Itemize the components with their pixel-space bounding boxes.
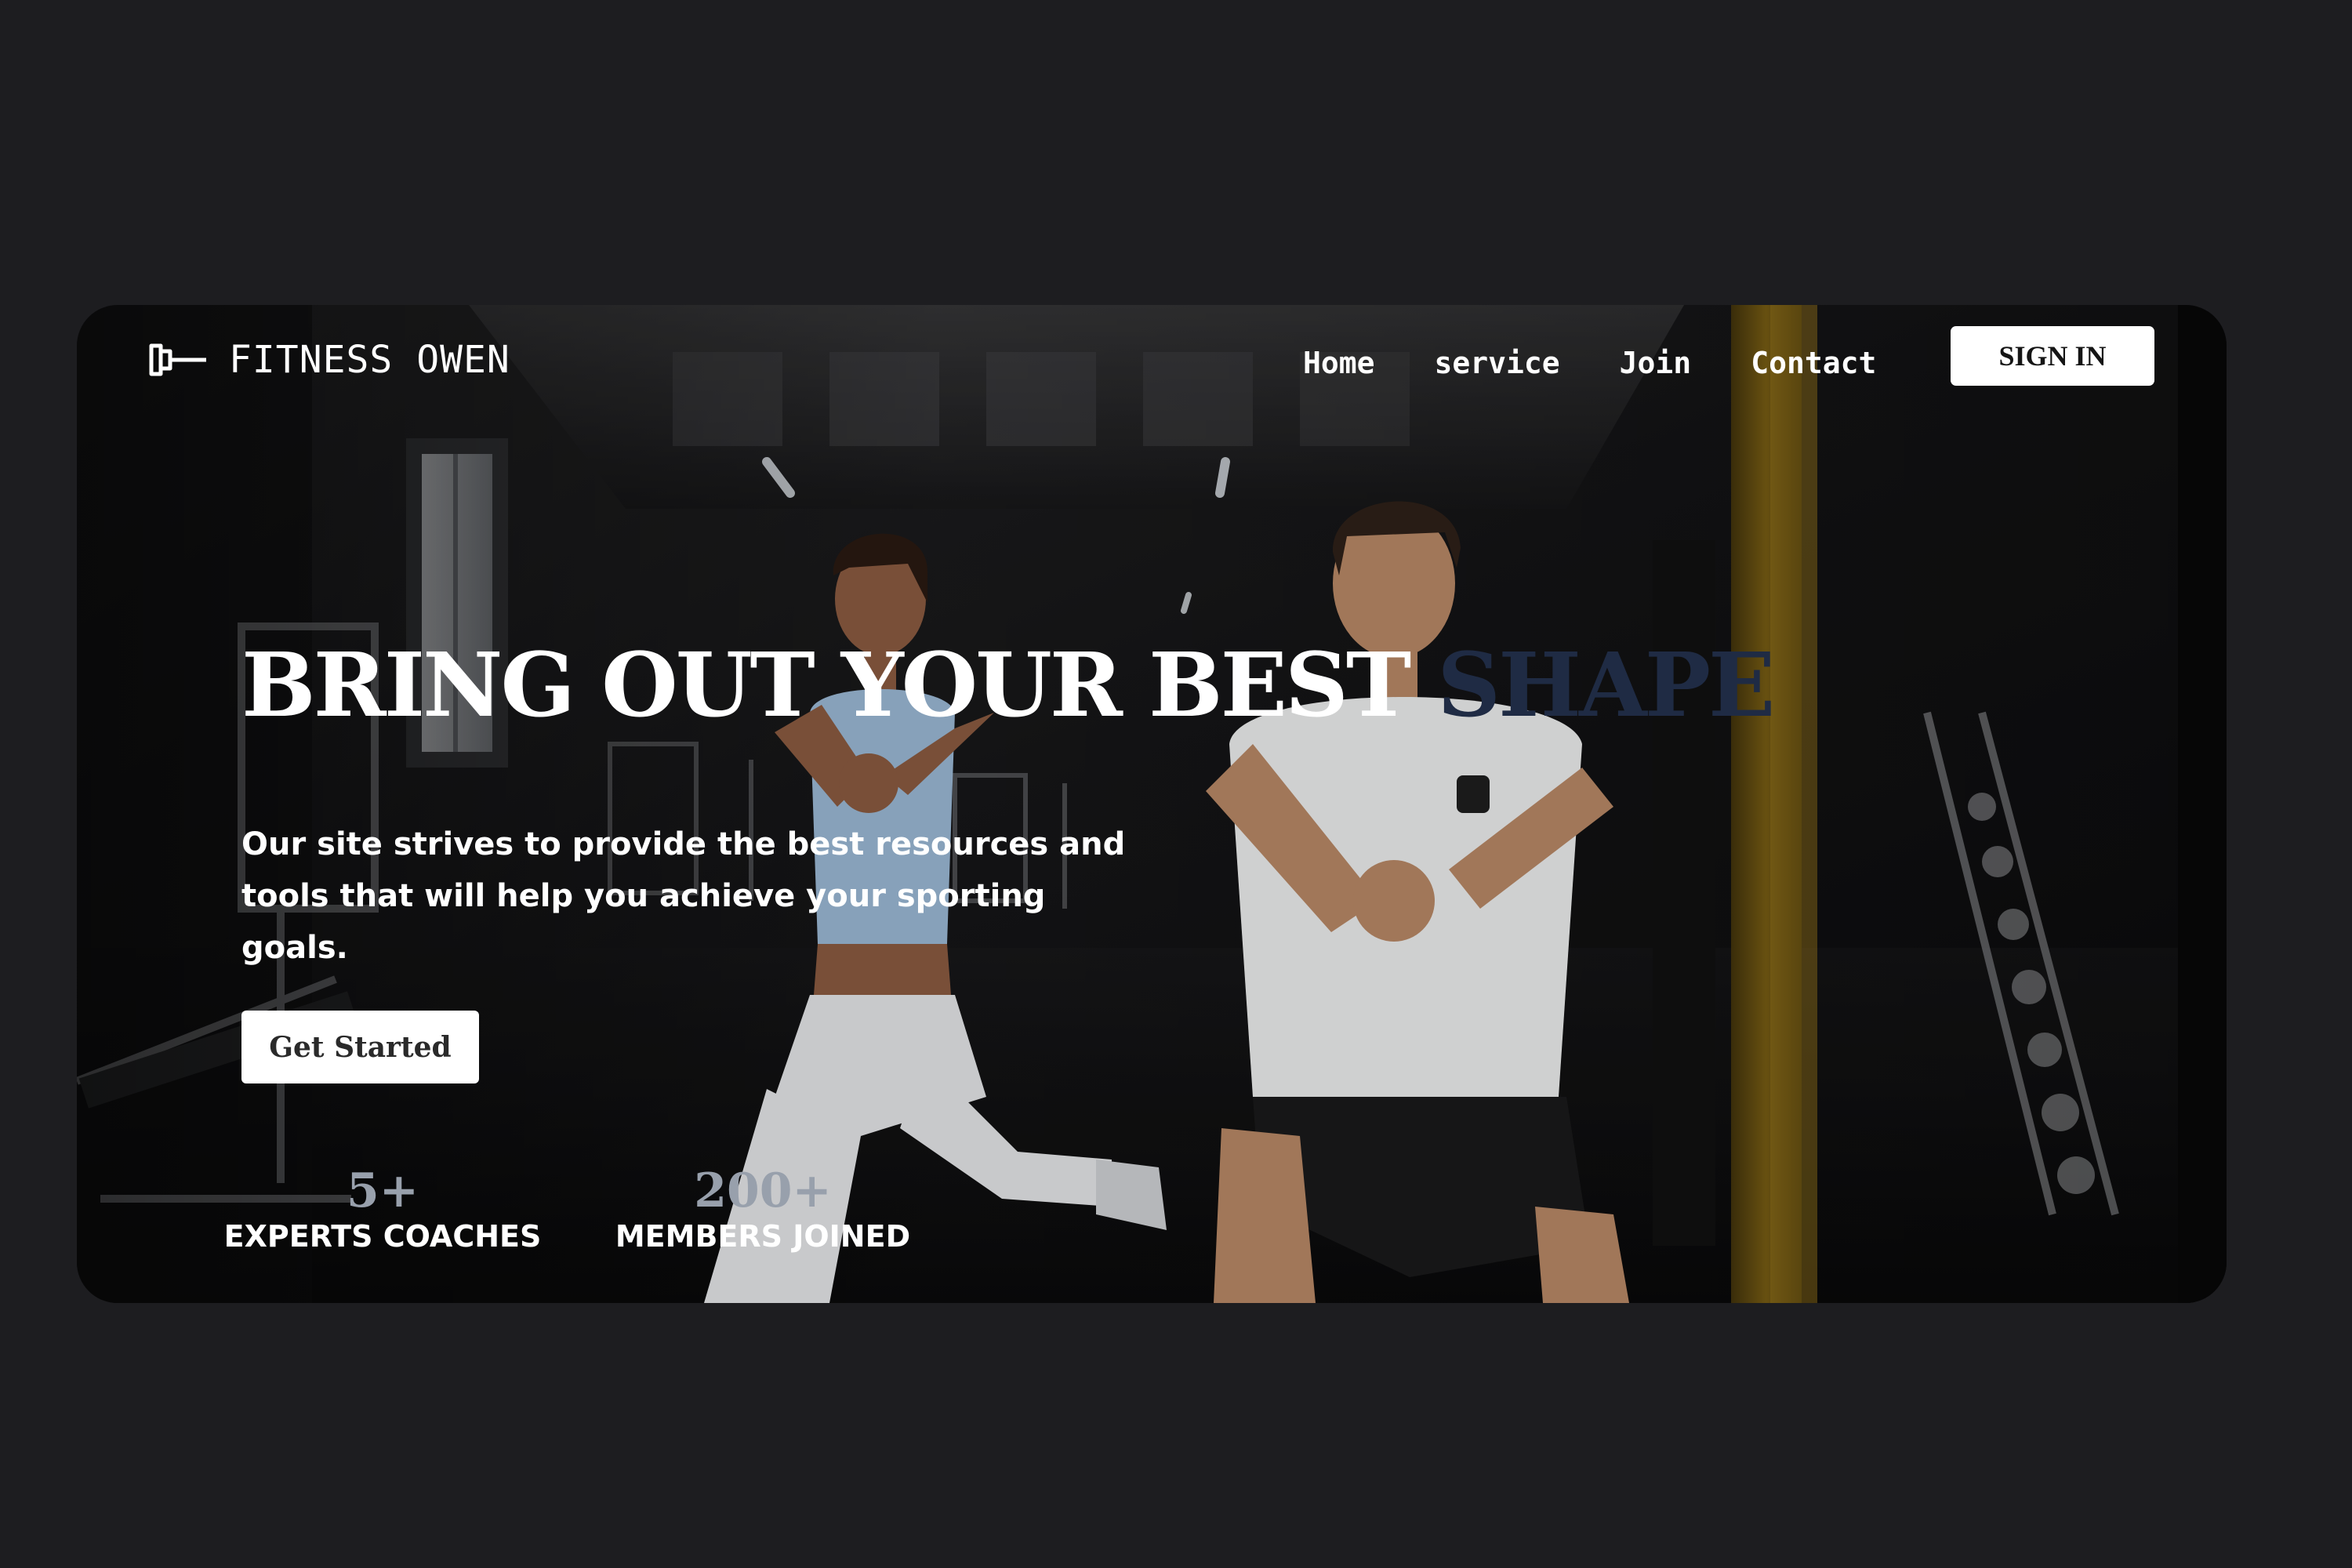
nav-link-service[interactable]: service [1435,346,1560,380]
brand-name: FITNESS OWEN [229,338,510,382]
nav-link-home[interactable]: Home [1303,346,1375,380]
page: FITNESS OWEN Home service Join Contact S… [0,0,2352,1568]
stat-members-value: 200+ [694,1163,832,1218]
get-started-button[interactable]: Get Started [241,1011,479,1083]
sign-in-button[interactable]: SIGN IN [1951,326,2154,386]
nav-link-join[interactable]: Join [1620,346,1692,380]
hero-headline-main: BRING OUT YOUR BEST [241,634,1438,737]
stat-members: 200+ MEMBERS JOINED [579,1167,947,1254]
stat-coaches: 5+ EXPERTS COACHES [218,1167,547,1254]
hero-subtitle: Our site strives to provide the best res… [241,826,1126,966]
stat-coaches-label: EXPERTS COACHES [223,1219,542,1254]
hero-background-photo [77,305,2227,1303]
hero-section: FITNESS OWEN Home service Join Contact S… [77,305,2227,1303]
nav-link-contact[interactable]: Contact [1751,346,1876,380]
nav-links: Home service Join Contact [1303,336,1876,390]
brand-logo[interactable]: FITNESS OWEN [149,333,510,387]
navbar: FITNESS OWEN Home service Join Contact S… [77,305,2227,415]
hero-headline: BRING OUT YOUR BEST SHAPE [241,642,1775,730]
dumbbell-icon [149,343,206,376]
hero-headline-accent: SHAPE [1437,634,1775,737]
stat-members-label: MEMBERS JOINED [615,1219,911,1254]
stat-coaches-value: 5+ [346,1163,419,1218]
